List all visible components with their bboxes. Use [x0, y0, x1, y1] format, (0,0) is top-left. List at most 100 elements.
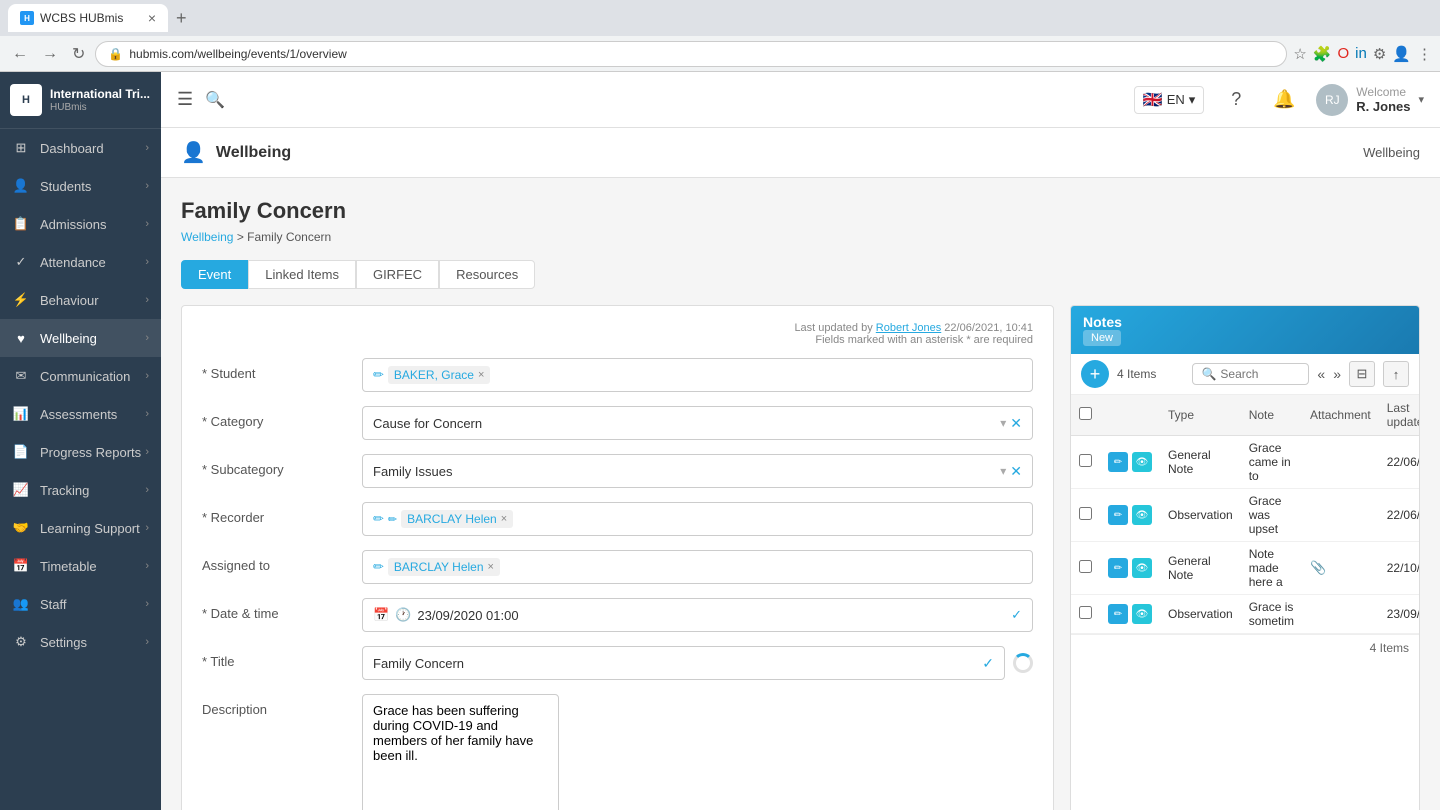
title-field[interactable]: Family Concern ✓ — [362, 646, 1005, 680]
recorder-edit2-icon[interactable]: ✏ — [388, 513, 397, 526]
extensions-button[interactable]: 🧩 — [1313, 45, 1332, 63]
language-selector[interactable]: 🇬🇧 EN ▾ — [1134, 86, 1205, 114]
description-field[interactable]: Grace has been suffering during COVID-19… — [362, 694, 559, 810]
welcome-text: Welcome — [1356, 85, 1410, 99]
title-check-icon[interactable]: ✓ — [982, 655, 994, 672]
assigned-edit-icon[interactable]: ✏ — [373, 559, 384, 575]
topnav-right: 🇬🇧 EN ▾ ? 🔔 RJ Welcome R. Jones ▾ — [1134, 84, 1424, 116]
notes-header: Notes New — [1071, 306, 1419, 354]
student-remove-button[interactable]: × — [478, 369, 484, 381]
sidebar-item-staff[interactable]: 👥 Staff › — [0, 585, 161, 623]
sidebar-item-students[interactable]: 👤 Students › — [0, 167, 161, 205]
calendar-icon[interactable]: 📅 — [373, 607, 389, 623]
row-select-2[interactable] — [1079, 560, 1092, 573]
brand-sub: HUBmis — [50, 102, 150, 113]
sidebar-item-wellbeing[interactable]: ♥ Wellbeing › — [0, 319, 161, 357]
refresh-button[interactable]: ↻ — [68, 42, 89, 66]
sidebar-item-timetable[interactable]: 📅 Timetable › — [0, 547, 161, 585]
category-field[interactable]: Cause for Concern ▾ ✕ — [362, 406, 1033, 440]
sidebar-item-settings[interactable]: ⚙ Settings › — [0, 623, 161, 661]
note-edit-button-2[interactable]: ✏ — [1108, 558, 1128, 578]
notes-next-button[interactable]: » — [1333, 366, 1341, 382]
user-area[interactable]: RJ Welcome R. Jones ▾ — [1316, 84, 1424, 116]
col-last-updated-header: Last updated — [1379, 395, 1420, 436]
sidebar-item-progress-reports[interactable]: 📄 Progress Reports › — [0, 433, 161, 471]
sidebar-label-tracking: Tracking — [40, 483, 89, 498]
sidebar-item-attendance[interactable]: ✓ Attendance › — [0, 243, 161, 281]
assigned-to-field[interactable]: ✏ BARCLAY Helen × — [362, 550, 1033, 584]
back-button[interactable]: ← — [8, 43, 32, 65]
sidebar-item-admissions[interactable]: 📋 Admissions › — [0, 205, 161, 243]
notes-export-button[interactable]: ↑ — [1383, 361, 1409, 387]
chevron-icon: › — [145, 142, 149, 154]
date-check-icon[interactable]: ✓ — [1011, 607, 1022, 623]
browser-chrome: H WCBS HUBmis × + — [0, 0, 1440, 36]
date-time-field[interactable]: 📅 🕐 23/09/2020 01:00 ✓ — [362, 598, 1033, 632]
select-all-checkbox[interactable] — [1079, 407, 1092, 420]
page-header-breadcrumb: Wellbeing — [1363, 145, 1420, 160]
tab-event[interactable]: Event — [181, 260, 248, 289]
account-button[interactable]: 👤 — [1392, 45, 1411, 63]
behaviour-icon: ⚡ — [12, 291, 30, 309]
row-select-3[interactable] — [1079, 606, 1092, 619]
recorder-edit-icon[interactable]: ✏ — [373, 511, 384, 527]
sidebar-item-dashboard[interactable]: ⊞ Dashboard › — [0, 129, 161, 167]
menu-button[interactable]: ⋮ — [1417, 45, 1432, 63]
subcategory-field[interactable]: Family Issues ▾ ✕ — [362, 454, 1033, 488]
forward-button[interactable]: → — [38, 43, 62, 65]
address-bar[interactable]: 🔒 hubmis.com/wellbeing/events/1/overview — [95, 41, 1287, 67]
tab-resources[interactable]: Resources — [439, 260, 535, 289]
recorder-tag: BARCLAY Helen × — [401, 510, 513, 528]
notes-new-badge: New — [1083, 330, 1121, 346]
note-view-button-1[interactable]: 👁 — [1132, 505, 1152, 525]
settings-ext-button[interactable]: ⚙ — [1373, 45, 1386, 63]
linkedin-button[interactable]: in — [1355, 45, 1367, 62]
assigned-remove-button[interactable]: × — [488, 561, 494, 573]
meta-user-link[interactable]: Robert Jones — [876, 322, 941, 334]
sidebar-item-learning-support[interactable]: 🤝 Learning Support › — [0, 509, 161, 547]
subcategory-clear-icon[interactable]: ✕ — [1010, 463, 1022, 480]
category-clear-icon[interactable]: ✕ — [1010, 415, 1022, 432]
tab-close-button[interactable]: × — [148, 10, 156, 26]
hamburger-button[interactable]: ☰ — [177, 89, 193, 110]
notes-toolbar: + 4 Items 🔍 « » ⊟ ↑ — [1071, 354, 1419, 395]
category-dropdown-icon[interactable]: ▾ — [1000, 416, 1006, 430]
student-edit-icon[interactable]: ✏ — [373, 367, 384, 383]
recorder-remove-button[interactable]: × — [501, 513, 507, 525]
sidebar-item-tracking[interactable]: 📈 Tracking › — [0, 471, 161, 509]
tab-linked-items[interactable]: Linked Items — [248, 260, 356, 289]
row-select-1[interactable] — [1079, 507, 1092, 520]
breadcrumb-separator: > — [237, 230, 247, 244]
sidebar-label-admissions: Admissions — [40, 217, 106, 232]
notes-search-input[interactable] — [1220, 367, 1300, 381]
row-select-0[interactable] — [1079, 454, 1092, 467]
note-view-button-0[interactable]: 👁 — [1132, 452, 1152, 472]
student-field[interactable]: ✏ BAKER, Grace × — [362, 358, 1033, 392]
new-tab-button[interactable]: + — [176, 8, 187, 29]
breadcrumb-wellbeing-link[interactable]: Wellbeing — [181, 230, 233, 244]
row-checkbox-3 — [1071, 595, 1100, 634]
note-edit-button-3[interactable]: ✏ — [1108, 604, 1128, 624]
help-button[interactable]: ? — [1220, 84, 1252, 116]
opera-button[interactable]: O — [1338, 45, 1350, 62]
note-view-button-2[interactable]: 👁 — [1132, 558, 1152, 578]
browser-tab[interactable]: H WCBS HUBmis × — [8, 4, 168, 32]
note-edit-button-0[interactable]: ✏ — [1108, 452, 1128, 472]
sidebar-item-assessments[interactable]: 📊 Assessments › — [0, 395, 161, 433]
add-note-button[interactable]: + — [1081, 360, 1109, 388]
subcategory-dropdown-icon[interactable]: ▾ — [1000, 464, 1006, 478]
topnav-search-button[interactable]: 🔍 — [205, 90, 225, 110]
sidebar-item-communication[interactable]: ✉ Communication › — [0, 357, 161, 395]
bookmark-button[interactable]: ☆ — [1293, 45, 1306, 63]
note-view-button-3[interactable]: 👁 — [1132, 604, 1152, 624]
tab-girfec[interactable]: GIRFEC — [356, 260, 439, 289]
recorder-field[interactable]: ✏ ✏ BARCLAY Helen × — [362, 502, 1033, 536]
brand-name: International Tri... — [50, 87, 150, 103]
notes-prev-button[interactable]: « — [1317, 366, 1325, 382]
progress-reports-icon: 📄 — [12, 443, 30, 461]
sidebar-item-behaviour[interactable]: ⚡ Behaviour › — [0, 281, 161, 319]
notes-filter-button[interactable]: ⊟ — [1349, 361, 1375, 387]
note-edit-button-1[interactable]: ✏ — [1108, 505, 1128, 525]
col-attachment-header: Attachment — [1302, 395, 1379, 436]
notifications-button[interactable]: 🔔 — [1268, 84, 1300, 116]
